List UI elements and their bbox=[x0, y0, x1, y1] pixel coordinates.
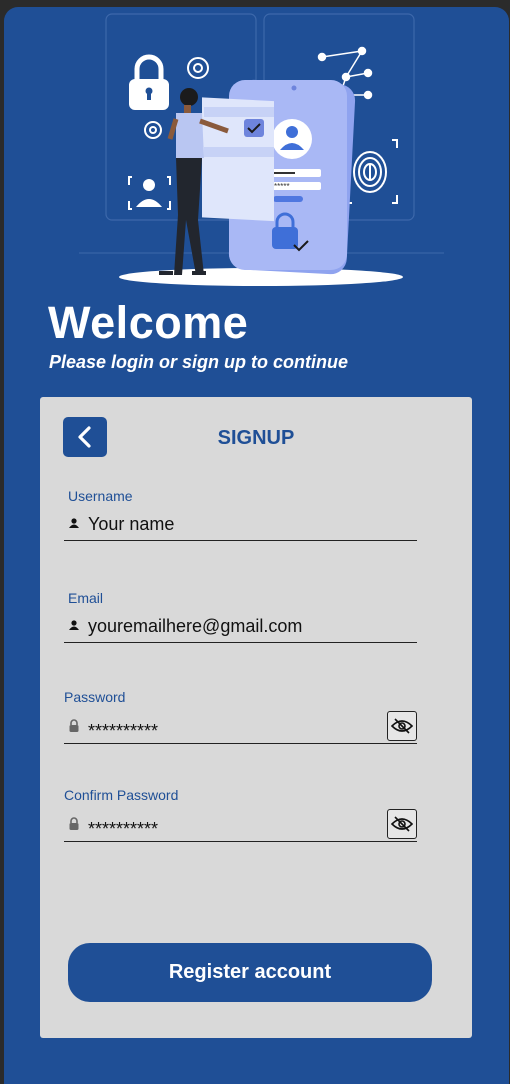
username-row bbox=[64, 510, 417, 541]
email-input[interactable] bbox=[88, 614, 378, 638]
email-label: Email bbox=[68, 590, 104, 606]
confirm-password-input[interactable] bbox=[88, 817, 378, 841]
signup-title: SIGNUP bbox=[217, 427, 295, 449]
eye-off-icon bbox=[391, 718, 413, 734]
phone-password-mask: ***** bbox=[274, 182, 290, 191]
app-screen: ***** Welcome Please login or sign up to… bbox=[4, 7, 509, 1084]
form-panel-illustration bbox=[202, 97, 274, 222]
padlock-icon bbox=[129, 54, 169, 110]
lock-icon bbox=[69, 719, 79, 732]
password-row bbox=[64, 711, 417, 744]
toggle-confirm-password-visibility-button[interactable] bbox=[387, 809, 417, 839]
register-button[interactable]: Register account bbox=[68, 943, 432, 1002]
password-input[interactable] bbox=[88, 719, 378, 743]
eye-off-icon bbox=[391, 816, 413, 832]
user-icon bbox=[69, 620, 79, 630]
user-icon bbox=[69, 518, 79, 528]
username-input[interactable] bbox=[88, 512, 378, 536]
lock-icon bbox=[69, 817, 79, 830]
password-label: Password bbox=[64, 689, 126, 705]
hero-illustration: ***** bbox=[79, 13, 444, 286]
username-label: Username bbox=[68, 488, 133, 504]
confirm-password-label: Confirm Password bbox=[64, 787, 179, 803]
welcome-title: Welcome bbox=[48, 297, 249, 348]
signup-card: SIGNUP Username Email Password bbox=[40, 397, 472, 1038]
email-row bbox=[64, 612, 417, 643]
welcome-subtitle: Please login or sign up to continue bbox=[49, 352, 349, 372]
confirm-password-row bbox=[64, 809, 417, 842]
toggle-password-visibility-button[interactable] bbox=[387, 711, 417, 741]
fingerprint-icon bbox=[346, 139, 398, 204]
